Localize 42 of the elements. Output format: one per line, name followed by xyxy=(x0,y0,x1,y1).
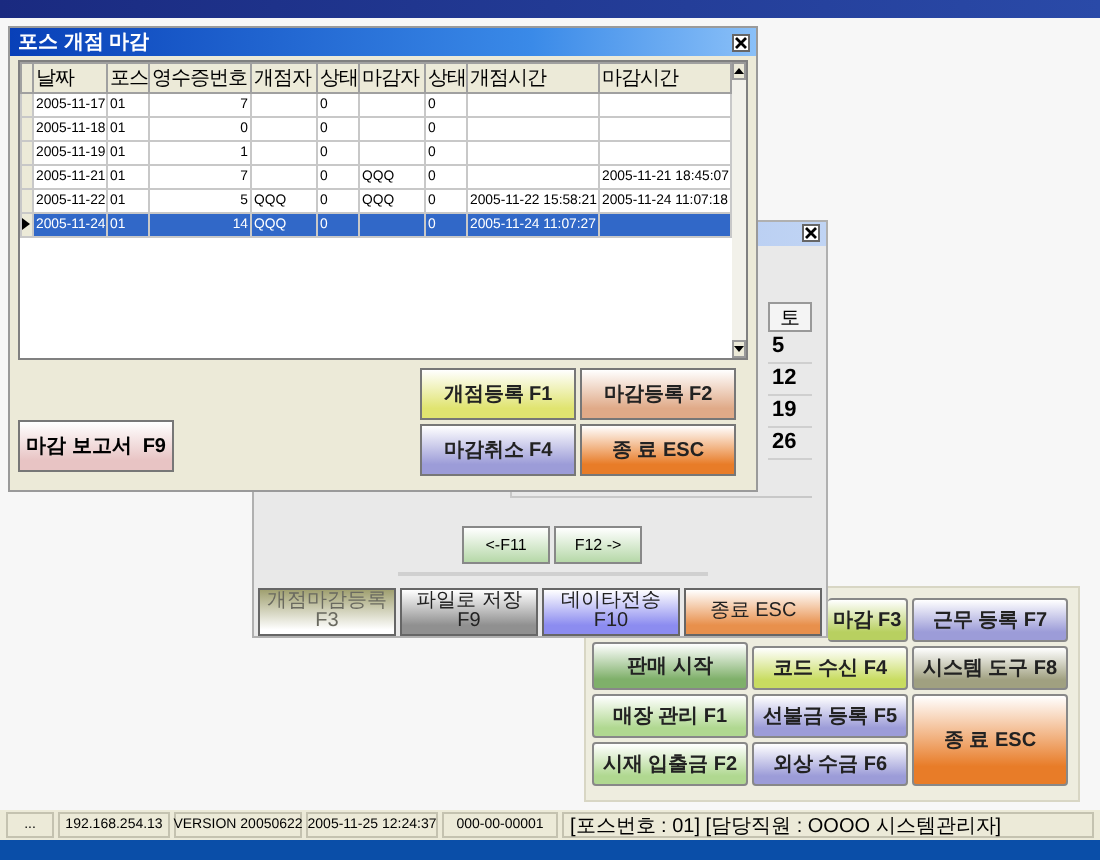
calendar-day[interactable]: 19 xyxy=(768,395,812,428)
window-button[interactable]: 파일로 저장 F9 xyxy=(400,588,538,636)
column-header[interactable]: 개점시간 xyxy=(467,63,599,93)
column-header[interactable]: 개점자 xyxy=(251,63,317,93)
column-header[interactable]: 상태 xyxy=(425,63,467,93)
dialog-button[interactable]: 개점등록 F1 xyxy=(420,368,576,420)
column-header[interactable]: 영수증번호 xyxy=(149,63,251,93)
close-icon[interactable] xyxy=(802,224,820,243)
menu-button[interactable]: 마감 F3 xyxy=(828,598,908,642)
window-button[interactable]: 데이타전송 F10 xyxy=(542,588,680,636)
nav-button[interactable]: F12 -> xyxy=(554,526,642,564)
calendar-day[interactable]: 26 xyxy=(768,427,812,460)
window-title: 포스 개점 마감 xyxy=(18,30,150,56)
menu-button[interactable]: 판매 시작 xyxy=(592,642,748,690)
nav-button[interactable]: <-F11 xyxy=(462,526,550,564)
column-header[interactable]: 상태 xyxy=(317,63,359,93)
column-header[interactable]: 포스 xyxy=(107,63,149,93)
column-header[interactable]: 마감자 xyxy=(359,63,425,93)
menu-button[interactable]: 코드 수신 F4 xyxy=(752,646,908,690)
dialog-button[interactable]: 마감등록 F2 xyxy=(580,368,736,420)
column-header[interactable]: 마감시간 xyxy=(599,63,731,93)
menu-button[interactable]: 매장 관리 F1 xyxy=(592,694,748,738)
menu-button[interactable]: 시재 입출금 F2 xyxy=(592,742,748,786)
close-icon[interactable] xyxy=(732,33,750,51)
menu-button[interactable]: 종 료 ESC xyxy=(912,694,1068,786)
report-button[interactable]: 마감 보고서 F9 xyxy=(18,420,174,472)
menu-button[interactable]: 외상 수금 F6 xyxy=(752,742,908,786)
column-header[interactable]: 날짜 xyxy=(33,63,107,93)
calendar-day[interactable]: 12 xyxy=(768,363,812,396)
status-cell: [포스번호 : 01] [담당직원 : OOOO 시스템관리자] xyxy=(562,812,1094,838)
scrollbar[interactable] xyxy=(732,62,746,358)
down-arrow-icon[interactable] xyxy=(734,346,744,352)
menu-button[interactable]: 선불금 등록 F5 xyxy=(752,694,908,738)
menu-button[interactable]: 근무 등록 F7 xyxy=(912,598,1068,642)
row-pointer-icon xyxy=(22,217,30,229)
menu-button[interactable]: 시스템 도구 F8 xyxy=(912,646,1068,690)
dialog-button[interactable]: 마감취소 F4 xyxy=(420,424,576,476)
up-arrow-icon[interactable] xyxy=(734,68,744,74)
weekday-header: 토 xyxy=(768,301,812,332)
window-button[interactable]: 종료 ESC xyxy=(684,588,822,636)
calendar-day[interactable]: 5 xyxy=(768,331,812,364)
dialog-button[interactable]: 종 료 ESC xyxy=(580,424,736,476)
